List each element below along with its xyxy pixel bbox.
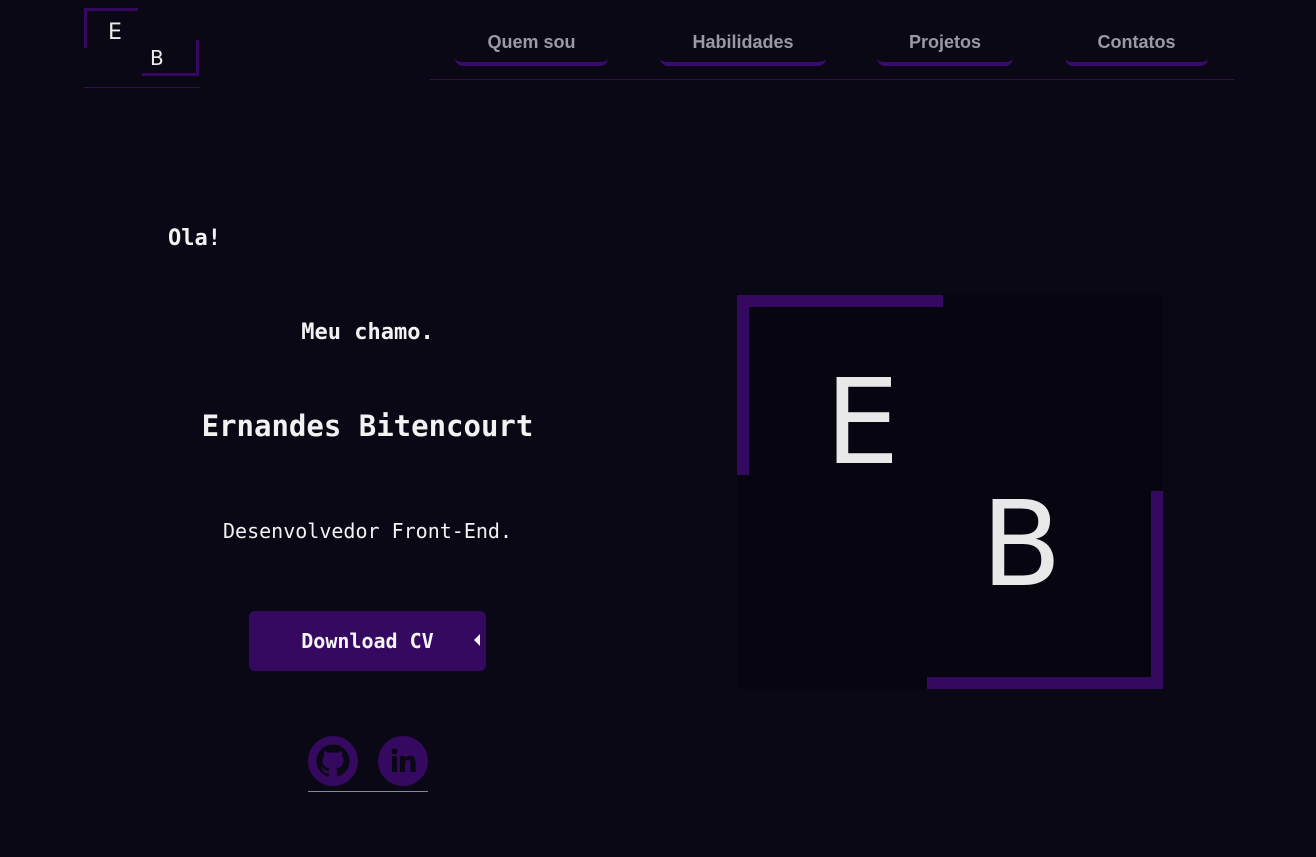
- job-title: Desenvolvedor Front-End.: [223, 519, 512, 543]
- social-links: [308, 736, 428, 792]
- download-cv-button[interactable]: Download CV: [249, 611, 486, 671]
- linkedin-icon: [378, 736, 428, 786]
- linkedin-link[interactable]: [378, 736, 428, 786]
- monogram-letter-b: B: [981, 475, 1062, 613]
- greeting: Ola!: [168, 226, 221, 251]
- download-cv-label: Download CV: [301, 629, 434, 653]
- github-link[interactable]: [308, 736, 358, 786]
- main-nav: Quem sou Habilidades Projetos Contatos: [430, 22, 1234, 80]
- logo-letter-b: B: [150, 46, 164, 70]
- intro-text: Meu chamo.: [301, 320, 434, 345]
- caret-left-icon: [474, 634, 480, 646]
- github-icon: [308, 736, 358, 786]
- nav-item-habilidades[interactable]: Habilidades: [660, 30, 826, 66]
- person-name: Ernandes Bitencourt: [201, 409, 534, 443]
- monogram-letter-e: E: [825, 353, 900, 491]
- nav-item-quem-sou[interactable]: Quem sou: [455, 30, 608, 66]
- logo-letter-e: E: [108, 20, 122, 45]
- nav-item-projetos[interactable]: Projetos: [877, 30, 1013, 66]
- monogram-graphic: E B: [737, 295, 1163, 689]
- nav-item-contatos[interactable]: Contatos: [1065, 30, 1208, 66]
- header-logo[interactable]: E B: [84, 8, 200, 88]
